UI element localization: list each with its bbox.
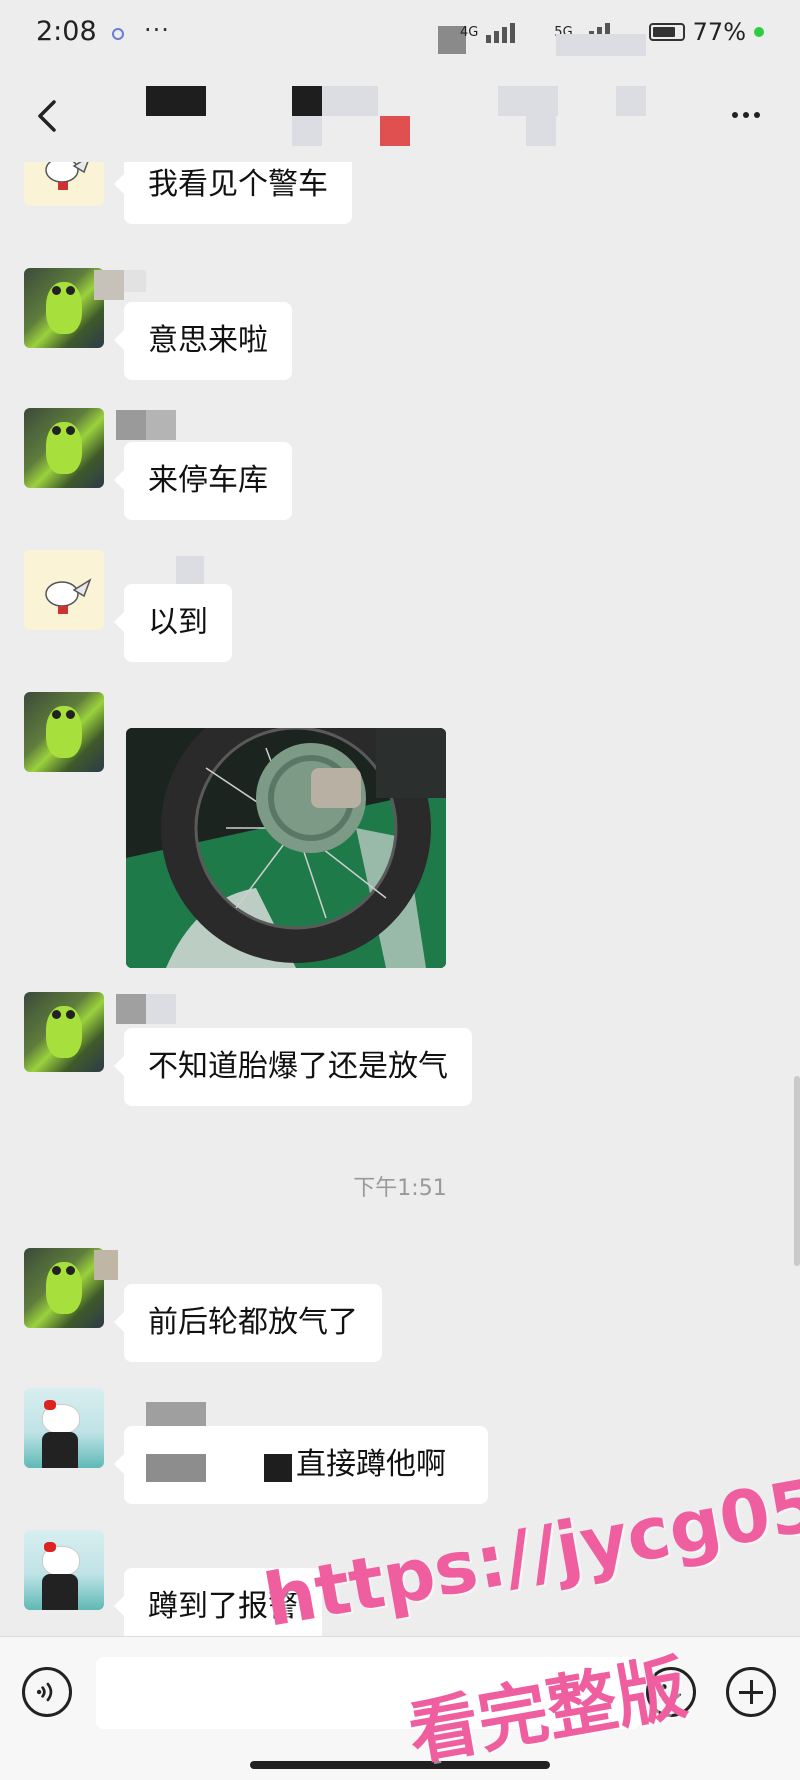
battery-level: 77% bbox=[692, 18, 746, 46]
input-bar bbox=[0, 1636, 800, 1780]
message-text: 不知道胎爆了还是放气 bbox=[148, 1049, 448, 1084]
redacted-title-block bbox=[146, 86, 206, 116]
redacted-mention bbox=[146, 1454, 206, 1482]
message-bubble[interactable]: 不知道胎爆了还是放气 bbox=[114, 1028, 472, 1106]
avatar-frog[interactable] bbox=[24, 1248, 104, 1328]
charging-dot-icon bbox=[754, 27, 764, 37]
redacted-title-block bbox=[526, 116, 556, 146]
location-icon bbox=[112, 28, 124, 40]
redacted-sender-name bbox=[116, 994, 146, 1024]
message-bubble[interactable]: 意思来啦 bbox=[114, 302, 292, 380]
avatar-kitty[interactable] bbox=[24, 1388, 104, 1468]
battery-icon bbox=[648, 23, 685, 41]
avatar-frog[interactable] bbox=[24, 692, 104, 772]
redacted-title-block bbox=[292, 116, 322, 146]
message-text: 我看见个警车 bbox=[148, 167, 328, 202]
message-bubble[interactable]: 蹲到了报警 bbox=[114, 1568, 322, 1636]
status-bar: 2:08 ··· 4G 5G 77% bbox=[0, 0, 800, 72]
signal-4g-icon bbox=[486, 21, 546, 43]
bird-icon bbox=[45, 578, 92, 614]
home-indicator[interactable] bbox=[250, 1761, 550, 1769]
redacted-sender-name bbox=[116, 410, 146, 440]
redacted-sender-name bbox=[94, 270, 124, 300]
redacted-title-block bbox=[616, 86, 646, 116]
emoji-icon[interactable] bbox=[646, 1667, 696, 1717]
status-time: 2:08 bbox=[36, 16, 97, 47]
avatar-kitty[interactable] bbox=[24, 1530, 104, 1610]
message-text: 蹲到了报警 bbox=[148, 1589, 298, 1624]
voice-input-icon[interactable] bbox=[22, 1667, 72, 1717]
status-more-icon: ··· bbox=[144, 16, 170, 44]
message-input[interactable] bbox=[96, 1657, 640, 1729]
more-horizontal-icon[interactable] bbox=[732, 112, 760, 118]
redacted-sender-name bbox=[176, 556, 204, 584]
message-text: 意思来啦 bbox=[148, 323, 268, 358]
message-list[interactable]: 我看见个警车 意思来啦 来停车库 以到 不知道胎爆了还是放气 下午1:51 前后… bbox=[0, 162, 800, 1636]
message-text: 来停车库 bbox=[148, 463, 268, 498]
message-bubble[interactable]: 来停车库 bbox=[114, 442, 292, 520]
network-4g-label: 4G bbox=[459, 24, 479, 40]
avatar-frog[interactable] bbox=[24, 992, 104, 1072]
redacted-title-block bbox=[498, 86, 558, 116]
redacted-mention bbox=[264, 1454, 292, 1482]
redacted-sender-name bbox=[146, 994, 176, 1024]
message-timestamp: 下午1:51 bbox=[353, 1176, 447, 1201]
message-bubble[interactable]: 前后轮都放气了 bbox=[114, 1284, 382, 1362]
chevron-left-icon[interactable] bbox=[30, 98, 66, 134]
plus-icon[interactable] bbox=[726, 1667, 776, 1717]
avatar-bird[interactable] bbox=[24, 550, 104, 630]
motorcycle-wheel-photo bbox=[126, 728, 446, 968]
scrollbar-thumb[interactable] bbox=[794, 1076, 800, 1266]
avatar-bird[interactable] bbox=[24, 162, 104, 206]
redacted-title-block bbox=[322, 86, 378, 116]
redacted-block bbox=[556, 34, 646, 56]
redacted-sender-name bbox=[124, 270, 146, 292]
message-bubble[interactable]: 以到 bbox=[114, 584, 232, 662]
redacted-sender-name bbox=[146, 410, 176, 440]
chat-header bbox=[0, 72, 800, 162]
redacted-sender-name bbox=[94, 1250, 118, 1280]
redacted-title-block bbox=[292, 86, 322, 116]
avatar-frog[interactable] bbox=[24, 408, 104, 488]
message-text: 以到 bbox=[148, 605, 208, 640]
redacted-title-block bbox=[380, 116, 410, 146]
message-bubble[interactable]: 我看见个警车 bbox=[114, 162, 352, 224]
bird-icon bbox=[45, 162, 89, 190]
avatar-frog[interactable] bbox=[24, 268, 104, 348]
message-text: 直接蹲他啊 bbox=[296, 1447, 446, 1482]
message-text: 前后轮都放气了 bbox=[148, 1305, 358, 1340]
image-message[interactable] bbox=[126, 728, 446, 968]
